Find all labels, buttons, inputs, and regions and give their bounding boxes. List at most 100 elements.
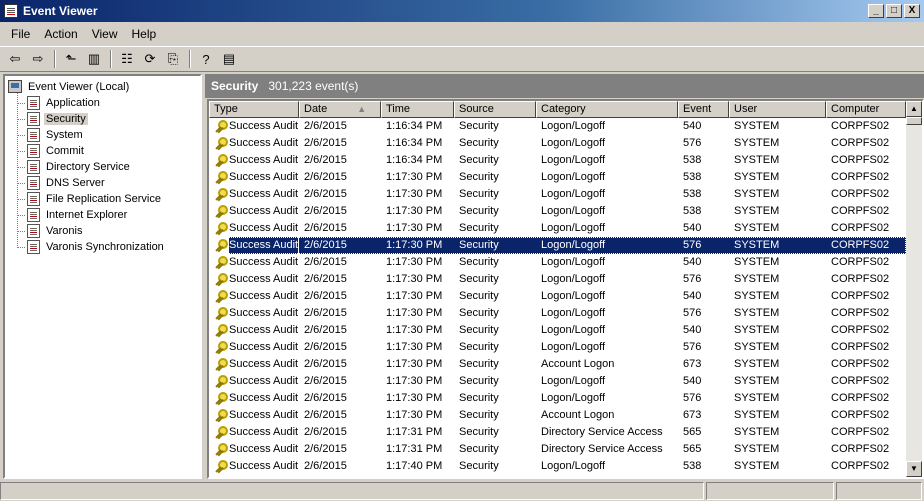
tree-item-label: Varonis: [46, 225, 83, 237]
tree-root[interactable]: Event Viewer (Local): [8, 79, 131, 94]
column-header-user[interactable]: User: [729, 101, 826, 118]
table-row[interactable]: Success Audit 2/6/2015 1:17:30 PM Security L…: [209, 322, 906, 339]
table-row[interactable]: Success Audit 2/6/2015 1:17:30 PM Security A…: [209, 407, 906, 424]
minimize-button[interactable]: _: [868, 4, 884, 18]
help-button[interactable]: ?: [195, 49, 217, 69]
cell-event: 540: [683, 375, 702, 387]
show-hide-tree-button[interactable]: ▥: [83, 49, 105, 69]
tree-item-directory-service[interactable]: Directory Service: [27, 159, 132, 175]
cell-type-label: Success Audit: [229, 171, 299, 183]
cell-category: Logon/Logoff: [541, 460, 606, 472]
tree-item-security[interactable]: Security: [27, 111, 88, 127]
menu-file[interactable]: File: [4, 25, 37, 43]
cell-type-label: Success Audit: [229, 256, 299, 268]
column-header-source[interactable]: Source: [454, 101, 536, 118]
window-title: Event Viewer: [23, 4, 98, 18]
close-button[interactable]: X: [904, 4, 920, 18]
forward-button[interactable]: ⇨: [27, 49, 49, 69]
tree-root-label: Event Viewer (Local): [28, 80, 130, 93]
audit-key-icon: [212, 306, 228, 321]
table-row[interactable]: Success Audit 2/6/2015 1:17:30 PM Security L…: [209, 305, 906, 322]
cell-date: 2/6/2015: [304, 154, 347, 166]
tree-item-application[interactable]: Application: [27, 95, 102, 111]
tree-item-system[interactable]: System: [27, 127, 85, 143]
table-row[interactable]: Success Audit 2/6/2015 1:17:30 PM Security L…: [209, 390, 906, 407]
table-row[interactable]: Success Audit 2/6/2015 1:17:30 PM Security L…: [209, 220, 906, 237]
column-header-label: Category: [541, 103, 586, 115]
cell-type: Success Audit: [209, 339, 299, 356]
table-row[interactable]: Success Audit 2/6/2015 1:17:30 PM Security L…: [209, 237, 906, 254]
up-folder-button[interactable]: ⬑: [60, 49, 82, 69]
event-viewer-app-icon[interactable]: [4, 4, 18, 18]
show-hide-tree-icon: ▥: [87, 51, 101, 66]
cell-category: Logon/Logoff: [536, 237, 678, 254]
description-pane-button[interactable]: ▤: [218, 49, 240, 69]
table-row[interactable]: Success Audit 2/6/2015 1:16:34 PM Security L…: [209, 152, 906, 169]
cell-time: 1:17:30 PM: [386, 358, 443, 370]
table-row[interactable]: Success Audit 2/6/2015 1:17:30 PM Security L…: [209, 186, 906, 203]
back-icon: ⇦: [9, 51, 21, 66]
tree-connector: [17, 167, 25, 168]
vertical-scrollbar[interactable]: ▲ ▼: [906, 101, 922, 477]
cell-event: 576: [683, 341, 702, 353]
scroll-thumb[interactable]: [906, 117, 922, 125]
table-row[interactable]: Success Audit 2/6/2015 1:17:30 PM Security L…: [209, 169, 906, 186]
table-row[interactable]: Success Audit 2/6/2015 1:17:40 PM Security L…: [209, 458, 906, 475]
table-row[interactable]: Success Audit 2/6/2015 1:17:30 PM Security L…: [209, 203, 906, 220]
tree-item-varonis-synchronization[interactable]: Varonis Synchronization: [27, 239, 166, 255]
table-row[interactable]: Success Audit 2/6/2015 1:16:34 PM Security L…: [209, 118, 906, 135]
tree-item-commit[interactable]: Commit: [27, 143, 86, 159]
back-button[interactable]: ⇦: [4, 49, 26, 69]
refresh-button[interactable]: ⟳: [139, 49, 161, 69]
event-rows: Success Audit 2/6/2015 1:16:34 PM Security L…: [209, 118, 906, 475]
cell-date: 2/6/2015: [304, 375, 347, 387]
menu-action[interactable]: Action: [37, 25, 84, 43]
cell-category: Directory Service Access: [541, 426, 663, 438]
cell-category: Logon/Logoff: [541, 273, 606, 285]
menu-help[interactable]: Help: [125, 25, 164, 43]
cell-type-label: Success Audit: [229, 392, 299, 404]
cell-date: 2/6/2015: [304, 307, 347, 319]
cell-date: 2/6/2015: [304, 358, 347, 370]
computer-icon: [8, 80, 22, 93]
maximize-button[interactable]: □: [886, 4, 902, 18]
menu-view[interactable]: View: [85, 25, 125, 43]
cell-type: Success Audit: [209, 322, 299, 339]
cell-time: 1:16:34 PM: [386, 154, 443, 166]
tree-item-label: Security: [44, 113, 88, 125]
properties-button[interactable]: ☷: [116, 49, 138, 69]
export-list-button[interactable]: ⎘: [162, 49, 184, 69]
column-header-event[interactable]: Event: [678, 101, 729, 118]
tree-item-dns-server[interactable]: DNS Server: [27, 175, 107, 191]
table-row[interactable]: Success Audit 2/6/2015 1:17:30 PM Security L…: [209, 271, 906, 288]
cell-event: 576: [678, 237, 729, 254]
cell-computer: CORPFS02: [831, 443, 890, 455]
audit-key-icon: [212, 136, 228, 151]
table-row[interactable]: Success Audit 2/6/2015 1:17:31 PM Security D…: [209, 424, 906, 441]
table-row[interactable]: Success Audit 2/6/2015 1:17:30 PM Security L…: [209, 288, 906, 305]
column-header-computer[interactable]: Computer: [826, 101, 906, 118]
column-header-time[interactable]: Time: [381, 101, 454, 118]
cell-category: Logon/Logoff: [541, 341, 606, 353]
event-log-icon: [27, 144, 40, 158]
table-row[interactable]: Success Audit 2/6/2015 1:17:30 PM Security L…: [209, 254, 906, 271]
scroll-up-button[interactable]: ▲: [906, 101, 922, 117]
properties-icon: ☷: [121, 51, 133, 66]
column-header-date[interactable]: Date ▲: [299, 101, 381, 118]
cell-category: Logon/Logoff: [541, 307, 606, 319]
table-row[interactable]: Success Audit 2/6/2015 1:17:30 PM Security L…: [209, 339, 906, 356]
column-header-type[interactable]: Type: [209, 101, 299, 118]
tree-item-varonis[interactable]: Varonis: [27, 223, 84, 239]
table-row[interactable]: Success Audit 2/6/2015 1:17:31 PM Security D…: [209, 441, 906, 458]
column-header-category[interactable]: Category: [536, 101, 678, 118]
forward-icon: ⇨: [32, 51, 44, 66]
tree-item-file-replication-service[interactable]: File Replication Service: [27, 191, 163, 207]
cell-date: 2/6/2015: [304, 137, 347, 149]
tree-item-internet-explorer[interactable]: Internet Explorer: [27, 207, 129, 223]
table-row[interactable]: Success Audit 2/6/2015 1:17:30 PM Security L…: [209, 373, 906, 390]
table-row[interactable]: Success Audit 2/6/2015 1:17:30 PM Security A…: [209, 356, 906, 373]
scroll-down-button[interactable]: ▼: [906, 461, 922, 477]
cell-date: 2/6/2015: [304, 341, 347, 353]
event-list[interactable]: Type Date ▲ Time Source Category Event User Comp…: [207, 99, 924, 479]
table-row[interactable]: Success Audit 2/6/2015 1:16:34 PM Security L…: [209, 135, 906, 152]
